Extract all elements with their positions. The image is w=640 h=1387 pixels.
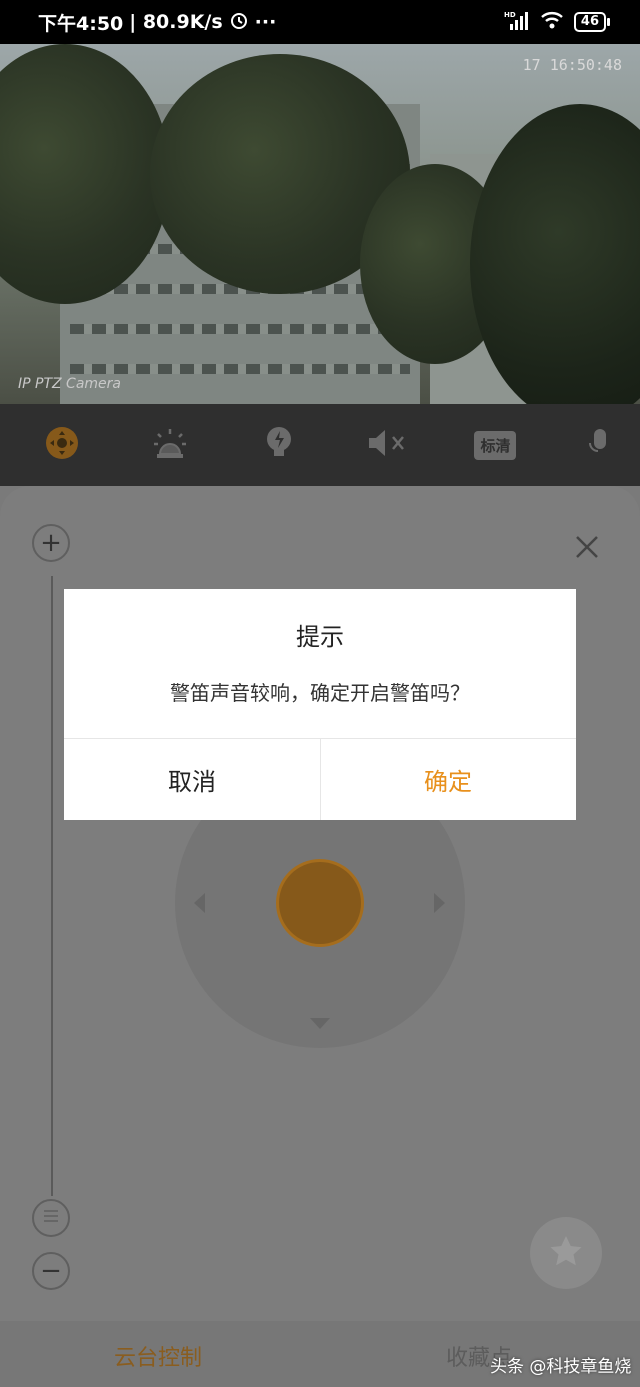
dialog-title: 提示 [296, 623, 344, 651]
watermark: 头条 @科技章鱼烧 [490, 1357, 632, 1377]
status-left: 下午4:50 | 80.9K/s ··· [38, 9, 276, 36]
right-arrow-icon[interactable] [434, 893, 445, 913]
svg-text:HD: HD [504, 11, 516, 19]
zoom-slider-handle[interactable] [32, 1199, 70, 1237]
confirm-dialog: 提示 警笛声音较响，确定开启警笛吗？ 取消 确定 [64, 589, 576, 820]
zoom-slider-track[interactable] [51, 576, 53, 1196]
quality-label: 标清 [474, 430, 517, 460]
video-timestamp: 17 16:50:48 [522, 56, 622, 74]
speaker-mute-icon [367, 428, 407, 462]
star-icon [548, 1234, 584, 1272]
handle-grip-icon [43, 1209, 59, 1227]
left-arrow-icon[interactable] [194, 893, 205, 913]
microphone-button[interactable] [576, 417, 606, 473]
confirm-button[interactable]: 确定 [320, 739, 576, 820]
joystick-knob[interactable] [279, 862, 361, 944]
status-right: HD 46 [504, 10, 611, 35]
ptz-icon [45, 426, 79, 464]
down-arrow-icon[interactable] [310, 1018, 330, 1029]
status-bar: 下午4:50 | 80.9K/s ··· HD 46 [0, 0, 640, 44]
battery-indicator: 46 [573, 12, 611, 32]
signal-icon: HD [504, 10, 530, 35]
siren-button[interactable] [142, 417, 198, 473]
camera-label: IP PTZ Camera [18, 376, 121, 392]
quality-button[interactable]: 标清 [467, 417, 523, 473]
network-speed: | 80.9K/s [129, 11, 223, 33]
close-icon [570, 536, 604, 568]
mute-button[interactable] [359, 417, 415, 473]
clock: 下午4:50 [38, 12, 124, 35]
alarm-icon [229, 10, 249, 35]
microphone-icon [588, 427, 606, 463]
light-bulb-icon [264, 425, 294, 465]
siren-icon [152, 426, 188, 464]
light-button[interactable] [251, 417, 307, 473]
close-panel-button[interactable] [570, 530, 604, 564]
more-icon: ··· [254, 11, 277, 33]
camera-feed[interactable]: 17 16:50:48 IP PTZ Camera [0, 44, 640, 404]
tab-ptz-control[interactable]: 云台控制 [114, 1340, 202, 1372]
zoom-in-button[interactable]: + [32, 524, 70, 562]
dialog-message: 警笛声音较响，确定开启警笛吗？ [170, 681, 470, 705]
wifi-icon [540, 10, 564, 35]
ptz-control-button[interactable] [34, 417, 90, 473]
cancel-button[interactable]: 取消 [64, 739, 320, 820]
add-favorite-button[interactable] [530, 1217, 602, 1289]
zoom-out-button[interactable]: − [32, 1252, 70, 1290]
control-toolbar: 标清 [0, 404, 640, 486]
